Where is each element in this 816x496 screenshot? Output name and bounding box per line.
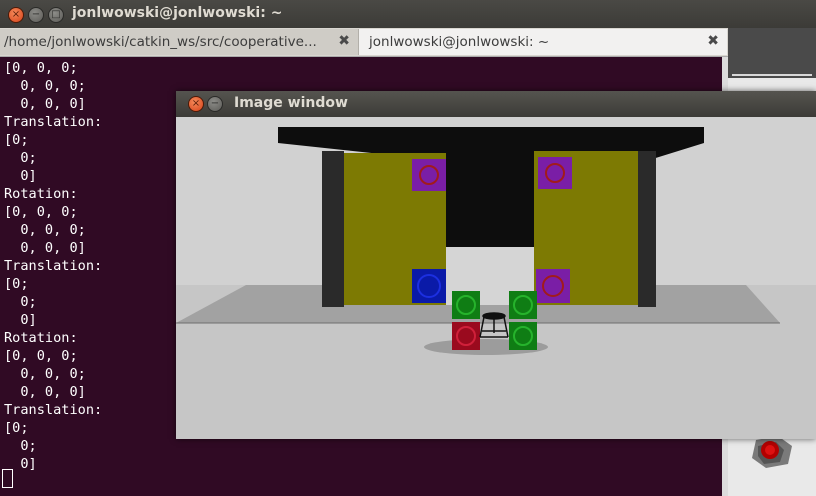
image-window-close-button[interactable]: ×: [188, 96, 204, 112]
close-icon: ×: [11, 9, 21, 20]
camera-image: [176, 117, 816, 439]
terminal-window-title: jonlwowski@jonlwowski: ~: [72, 5, 283, 21]
tab-cooperative[interactable]: /home/jonlwowski/catkin_ws/src/cooperati…: [0, 29, 359, 55]
image-window-titlebar: × − Image window: [176, 91, 816, 117]
marker-blue: [412, 269, 446, 303]
terminal-close-button[interactable]: ×: [8, 7, 24, 23]
minimize-icon: −: [210, 98, 220, 109]
image-window-title: Image window: [234, 95, 348, 111]
marker-purple-lower-right: [536, 269, 570, 303]
image-window-minimize-button[interactable]: −: [207, 96, 223, 112]
marker-purple-left: [412, 159, 446, 191]
tab-label: jonlwowski@jonlwowski: ~: [369, 34, 550, 50]
marker-green-2: [509, 291, 537, 319]
image-window: × − Image window: [176, 91, 816, 439]
terminal-tab-bar: /home/jonlwowski/catkin_ws/src/cooperati…: [0, 28, 728, 57]
terminal-output: [0, 0, 0; 0, 0, 0; 0, 0, 0] Translation:…: [4, 60, 103, 472]
desktop-divider: [732, 74, 812, 76]
marker-green-1: [452, 291, 480, 319]
tab-label: /home/jonlwowski/catkin_ws/src/cooperati…: [4, 34, 317, 50]
minimize-icon: −: [31, 9, 41, 20]
terminal-maximize-button[interactable]: □: [48, 7, 64, 23]
marker-green-3: [509, 322, 537, 350]
tab-close-icon[interactable]: ✖: [707, 33, 719, 49]
tab-home[interactable]: jonlwowski@jonlwowski: ~ ✖: [359, 29, 727, 55]
tab-close-icon[interactable]: ✖: [338, 33, 350, 49]
terminal-titlebar: × − □ jonlwowski@jonlwowski: ~: [0, 0, 816, 28]
terminal-minimize-button[interactable]: −: [28, 7, 44, 23]
marker-purple-right: [538, 157, 572, 189]
marker-red: [452, 322, 480, 350]
maximize-icon: □: [51, 9, 61, 20]
terminal-cursor: [2, 469, 13, 488]
close-icon: ×: [191, 98, 201, 109]
desktop-panel: [728, 28, 816, 78]
